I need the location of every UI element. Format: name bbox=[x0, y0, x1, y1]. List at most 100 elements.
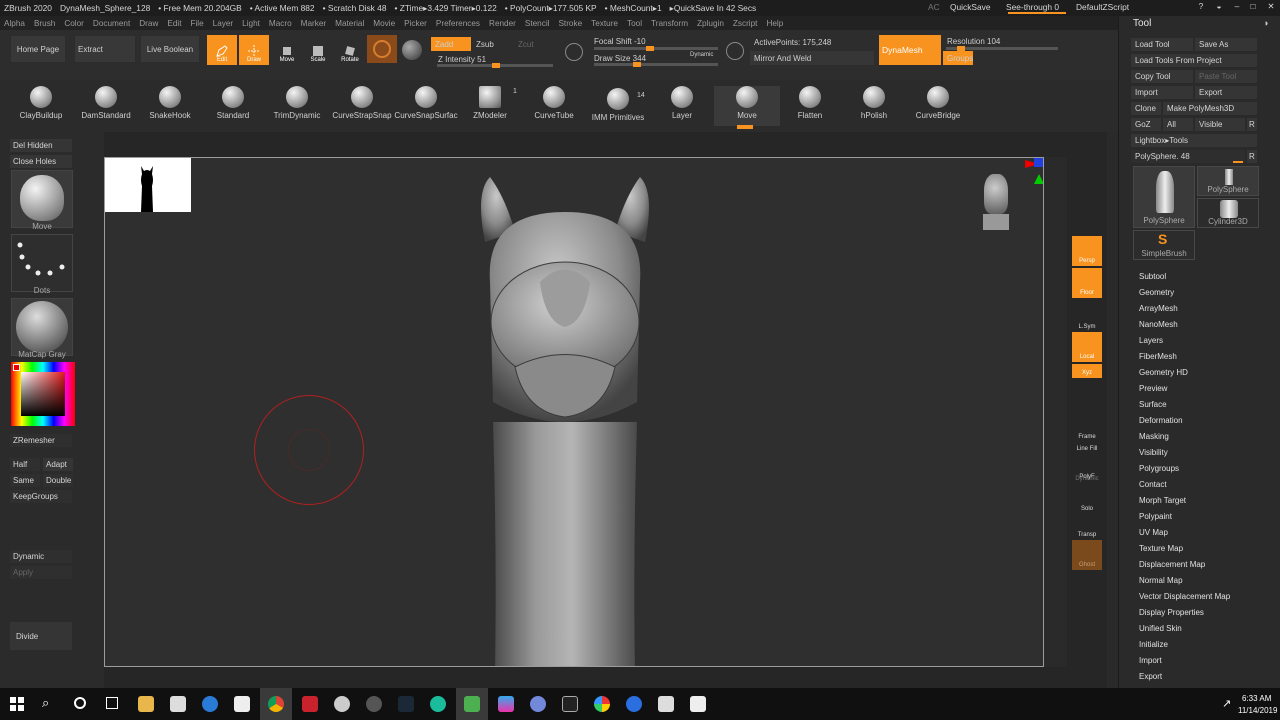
app-teal-icon[interactable] bbox=[430, 696, 446, 712]
cortana-icon[interactable] bbox=[74, 697, 86, 709]
frame-button[interactable]: Frame bbox=[1072, 412, 1102, 442]
material-thumbnail[interactable] bbox=[11, 298, 73, 356]
brush-hpolish[interactable]: hPolish bbox=[841, 86, 907, 126]
rotate-axis-icon[interactable] bbox=[1072, 382, 1102, 406]
app-cloud-icon[interactable] bbox=[334, 696, 350, 712]
draw-mode-button[interactable]: Draw bbox=[239, 35, 269, 65]
make-polymesh3d-button[interactable]: Make PolyMesh3D bbox=[1163, 102, 1257, 115]
store-icon[interactable] bbox=[170, 696, 186, 712]
brush-damstandard[interactable]: DamStandard bbox=[73, 86, 139, 126]
zbrush-taskbar-slot[interactable] bbox=[456, 688, 488, 720]
app-bars-icon[interactable] bbox=[498, 696, 514, 712]
home-page-button[interactable]: Home Page bbox=[10, 35, 66, 63]
windows-start-icon[interactable] bbox=[10, 697, 24, 711]
local-button[interactable]: Local bbox=[1072, 332, 1102, 362]
maximize-button[interactable]: □ bbox=[1246, 1, 1260, 14]
menu-document[interactable]: Document bbox=[93, 19, 130, 28]
tool-thumb-polysphere[interactable]: PolySphere bbox=[1197, 166, 1259, 196]
photos-icon[interactable] bbox=[658, 696, 674, 712]
goz-all-button[interactable]: All bbox=[1163, 118, 1193, 131]
polypaint-menu[interactable]: Polypaint bbox=[1139, 512, 1172, 521]
material-swatch[interactable] bbox=[367, 35, 397, 63]
mrgb-icon[interactable] bbox=[402, 40, 422, 60]
subtool-menu[interactable]: Subtool bbox=[1139, 272, 1166, 281]
brush-curvesnapsurface[interactable]: CurveSnapSurfac bbox=[393, 86, 459, 126]
edge-icon[interactable] bbox=[202, 696, 218, 712]
goz-r-button[interactable]: R bbox=[1247, 118, 1257, 131]
transp-button[interactable]: Transp bbox=[1072, 510, 1102, 540]
same-button[interactable]: Same bbox=[10, 474, 40, 487]
stroke-thumbnail[interactable] bbox=[11, 234, 73, 292]
goz-button[interactable]: GoZ bbox=[1131, 118, 1161, 131]
apply-button[interactable]: Apply bbox=[10, 566, 72, 579]
brush-claybuildup[interactable]: ClayBuildup bbox=[8, 86, 74, 126]
export-menu[interactable]: Export bbox=[1139, 672, 1162, 681]
close-button[interactable]: ✕ bbox=[1264, 1, 1278, 14]
draw-size-track[interactable] bbox=[594, 62, 718, 67]
menu-color[interactable]: Color bbox=[64, 19, 84, 28]
clock-date[interactable]: 11/14/2019 bbox=[1238, 706, 1277, 715]
menu-transform[interactable]: Transform bbox=[651, 19, 688, 28]
texture-map-menu[interactable]: Texture Map bbox=[1139, 544, 1183, 553]
lazy-mouse-icon[interactable] bbox=[726, 42, 744, 60]
divide-button[interactable]: Divide bbox=[10, 622, 72, 650]
file-explorer-icon[interactable] bbox=[138, 696, 154, 712]
ghost-button[interactable]: Ghost bbox=[1072, 540, 1102, 570]
current-tool-slider[interactable]: PolySphere. 48 bbox=[1131, 150, 1245, 163]
xyz-button[interactable]: Xyz bbox=[1072, 364, 1102, 378]
menu-movie[interactable]: Movie bbox=[373, 19, 395, 28]
normal-map-menu[interactable]: Normal Map bbox=[1139, 576, 1183, 585]
menu-help[interactable]: Help bbox=[766, 19, 783, 28]
layers-menu[interactable]: Layers bbox=[1139, 336, 1163, 345]
fibermesh-menu[interactable]: FiberMesh bbox=[1139, 352, 1177, 361]
tool-export-button[interactable]: Export bbox=[1195, 86, 1257, 99]
nanomesh-menu[interactable]: NanoMesh bbox=[1139, 320, 1178, 329]
menu-stencil[interactable]: Stencil bbox=[525, 19, 550, 28]
steam-icon[interactable] bbox=[398, 696, 414, 712]
dynamic-size-toggle[interactable]: Dynamic bbox=[690, 52, 713, 58]
import-menu[interactable]: Import bbox=[1139, 656, 1162, 665]
lsym-button[interactable]: L.Sym bbox=[1072, 302, 1102, 332]
color-picker[interactable] bbox=[11, 362, 75, 426]
brush-standard[interactable]: Standard bbox=[200, 86, 266, 126]
main-color-chip[interactable] bbox=[13, 364, 20, 371]
menu-brush[interactable]: Brush bbox=[34, 19, 55, 28]
mail-icon[interactable] bbox=[234, 696, 250, 712]
masking-menu[interactable]: Masking bbox=[1139, 432, 1169, 441]
morph-target-menu[interactable]: Morph Target bbox=[1139, 496, 1186, 505]
menu-zplugin[interactable]: Zplugin bbox=[697, 19, 724, 28]
app-blue-icon[interactable] bbox=[626, 696, 642, 712]
copy-tool-button[interactable]: Copy Tool bbox=[1131, 70, 1193, 83]
clone-button[interactable]: Clone bbox=[1131, 102, 1161, 115]
brush-layer[interactable]: Layer bbox=[649, 86, 715, 126]
menu-edit[interactable]: Edit bbox=[167, 19, 181, 28]
surface-menu[interactable]: Surface bbox=[1139, 400, 1167, 409]
zadd-button[interactable]: Zadd bbox=[431, 37, 471, 51]
menu-render[interactable]: Render bbox=[489, 19, 516, 28]
dynamesh-button[interactable]: DynaMesh bbox=[879, 35, 941, 65]
tool-thumb-simplebrush[interactable]: S SimpleBrush bbox=[1133, 230, 1195, 260]
deformation-menu[interactable]: Deformation bbox=[1139, 416, 1183, 425]
app-figure-icon[interactable] bbox=[690, 696, 706, 712]
tool-r-button[interactable]: R bbox=[1247, 150, 1257, 163]
menu-marker[interactable]: Marker bbox=[301, 19, 326, 28]
menu-zscript[interactable]: Zscript bbox=[733, 19, 758, 28]
z-intensity-handle[interactable] bbox=[492, 63, 501, 68]
menu-preferences[interactable]: Preferences bbox=[436, 19, 480, 28]
brush-curvebridge[interactable]: CurveBridge bbox=[905, 86, 971, 126]
color-saturation-square[interactable] bbox=[21, 372, 65, 416]
brush-zmodeler[interactable]: ZModeler 1 bbox=[457, 86, 523, 126]
preview-menu[interactable]: Preview bbox=[1139, 384, 1167, 393]
contact-menu[interactable]: Contact bbox=[1139, 480, 1167, 489]
app-colorwheel-icon[interactable] bbox=[594, 696, 610, 712]
paste-tool-button[interactable]: Paste Tool bbox=[1195, 70, 1257, 83]
visibility-menu[interactable]: Visibility bbox=[1139, 448, 1168, 457]
edit-mode-button[interactable]: Edit bbox=[207, 35, 237, 65]
menu-alpha[interactable]: Alpha bbox=[4, 19, 25, 28]
app-circle-icon[interactable] bbox=[366, 696, 382, 712]
displacement-map-menu[interactable]: Displacement Map bbox=[1139, 560, 1205, 569]
task-view-icon[interactable] bbox=[106, 697, 118, 709]
keepgroups-button[interactable]: KeepGroups bbox=[10, 490, 72, 503]
double-button[interactable]: Double bbox=[43, 474, 73, 487]
menu-macro[interactable]: Macro bbox=[269, 19, 292, 28]
